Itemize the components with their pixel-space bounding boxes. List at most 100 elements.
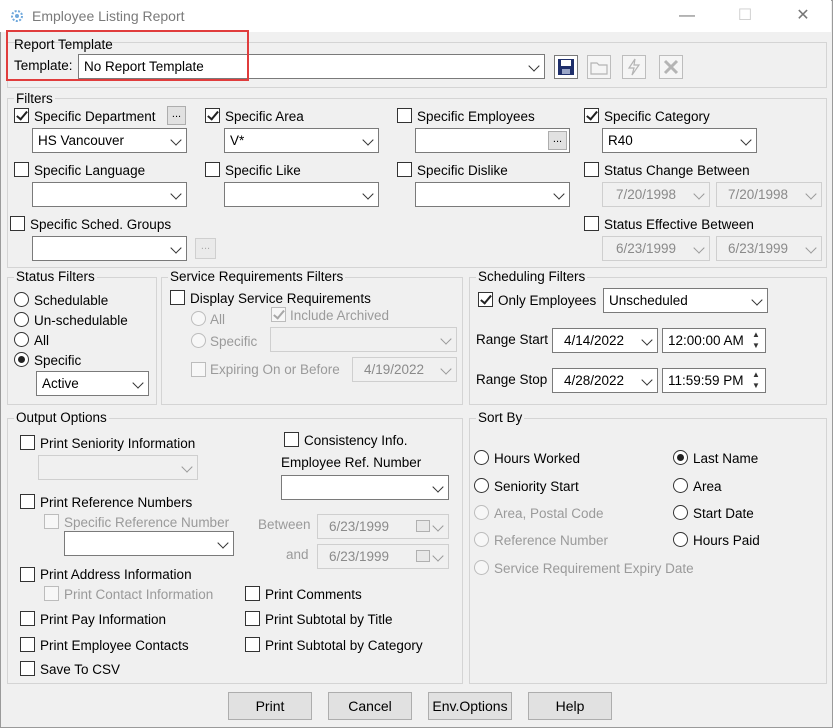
specific-area-checkbox[interactable] bbox=[205, 108, 220, 123]
specific-language-checkbox[interactable] bbox=[14, 162, 29, 177]
print-comments-label: Print Comments bbox=[265, 587, 362, 602]
only-employees-value: Unscheduled bbox=[609, 293, 688, 308]
print-reference-numbers-checkbox[interactable] bbox=[20, 494, 35, 509]
lightning-icon[interactable] bbox=[622, 55, 646, 79]
specific-like-checkbox[interactable] bbox=[205, 162, 220, 177]
cancel-button[interactable]: Cancel bbox=[328, 692, 412, 720]
only-employees-checkbox[interactable] bbox=[478, 292, 493, 307]
sort-last-name-radio[interactable] bbox=[673, 450, 688, 465]
sched-groups-combo[interactable] bbox=[32, 236, 187, 261]
employees-ellipsis-button[interactable]: ... bbox=[548, 131, 567, 150]
sort-start-date-radio[interactable] bbox=[673, 505, 688, 520]
help-button[interactable]: Help bbox=[528, 692, 612, 720]
only-employees-combo[interactable]: Unscheduled bbox=[603, 288, 768, 313]
open-folder-icon[interactable] bbox=[587, 55, 611, 79]
status-all-radio[interactable] bbox=[14, 332, 29, 347]
minimize-icon[interactable]: — bbox=[664, 4, 710, 28]
status-effective-between-label: Status Effective Between bbox=[604, 217, 754, 232]
status-effective-to-date[interactable]: 6/23/1999 bbox=[716, 236, 822, 261]
print-employee-contacts-checkbox[interactable] bbox=[20, 637, 35, 652]
chevron-down-icon bbox=[641, 374, 653, 386]
specific-reference-number-combo[interactable] bbox=[64, 531, 234, 556]
delete-template-icon[interactable] bbox=[659, 55, 683, 79]
sort-area-radio[interactable] bbox=[673, 478, 688, 493]
sort-seniority-start-radio[interactable] bbox=[474, 478, 489, 493]
chevron-down-icon bbox=[170, 134, 182, 146]
sort-hours-paid-radio[interactable] bbox=[673, 532, 688, 547]
chevron-down-icon bbox=[805, 242, 817, 254]
employee-ref-number-combo[interactable] bbox=[281, 475, 449, 500]
employee-ref-number-label: Employee Ref. Number bbox=[281, 455, 422, 470]
close-icon[interactable]: ✕ bbox=[780, 4, 826, 28]
category-combo[interactable]: R40 bbox=[602, 128, 757, 153]
chevron-down-icon bbox=[170, 188, 182, 200]
dislike-combo[interactable] bbox=[415, 182, 570, 207]
range-stop-date[interactable]: 4/28/2022 bbox=[552, 368, 658, 393]
chevron-down-icon bbox=[528, 60, 540, 72]
specific-employees-checkbox[interactable] bbox=[397, 108, 412, 123]
print-contact-checkbox[interactable] bbox=[44, 586, 59, 601]
sort-service-expiry-radio[interactable] bbox=[474, 560, 489, 575]
print-address-checkbox[interactable] bbox=[20, 567, 35, 582]
calendar-icon bbox=[416, 550, 430, 562]
print-employee-contacts-label: Print Employee Contacts bbox=[40, 638, 189, 653]
status-change-from-value: 7/20/1998 bbox=[616, 187, 677, 202]
print-seniority-checkbox[interactable] bbox=[20, 435, 35, 450]
service-all-radio[interactable] bbox=[191, 311, 206, 326]
filters-label: Filters bbox=[14, 91, 55, 106]
range-start-time-spinner[interactable]: ▲ ▼ bbox=[748, 328, 764, 353]
language-combo[interactable] bbox=[32, 182, 187, 207]
chevron-down-icon bbox=[751, 294, 763, 306]
status-specific-combo[interactable]: Active bbox=[36, 371, 149, 396]
specific-category-checkbox[interactable] bbox=[584, 108, 599, 123]
employees-field[interactable] bbox=[415, 128, 570, 153]
title-bar: Employee Listing Report — ☐ ✕ bbox=[0, 0, 831, 32]
specific-dislike-checkbox[interactable] bbox=[397, 162, 412, 177]
sort-hours-worked-radio[interactable] bbox=[474, 450, 489, 465]
specific-sched-groups-label: Specific Sched. Groups bbox=[30, 217, 172, 232]
print-comments-checkbox[interactable] bbox=[245, 586, 260, 601]
print-address-label: Print Address Information bbox=[40, 567, 192, 582]
include-archived-checkbox[interactable] bbox=[271, 307, 286, 322]
status-change-to-date[interactable]: 7/20/1998 bbox=[716, 182, 822, 207]
expiring-date[interactable]: 4/19/2022 bbox=[352, 357, 457, 382]
save-to-csv-checkbox[interactable] bbox=[20, 661, 35, 676]
status-unschedulable-radio[interactable] bbox=[14, 312, 29, 327]
print-subtotal-title-checkbox[interactable] bbox=[245, 611, 260, 626]
status-change-from-date[interactable]: 7/20/1998 bbox=[602, 182, 710, 207]
like-combo[interactable] bbox=[224, 182, 379, 207]
range-start-date[interactable]: 4/14/2022 bbox=[552, 328, 658, 353]
maximize-icon[interactable]: ☐ bbox=[722, 4, 768, 28]
range-stop-time-spinner[interactable]: ▲ ▼ bbox=[748, 368, 764, 393]
status-specific-radio[interactable] bbox=[14, 352, 29, 367]
status-change-between-checkbox[interactable] bbox=[584, 162, 599, 177]
seniority-combo[interactable] bbox=[38, 455, 198, 480]
status-effective-from-date[interactable]: 6/23/1999 bbox=[602, 236, 710, 261]
status-change-to-value: 7/20/1998 bbox=[728, 187, 789, 202]
print-subtotal-category-checkbox[interactable] bbox=[245, 637, 260, 652]
sort-area-postal-radio[interactable] bbox=[474, 505, 489, 520]
status-schedulable-radio[interactable] bbox=[14, 292, 29, 307]
department-combo[interactable]: HS Vancouver bbox=[32, 128, 187, 153]
expiring-on-before-checkbox[interactable] bbox=[191, 362, 206, 377]
service-specific-radio[interactable] bbox=[191, 333, 206, 348]
print-pay-checkbox[interactable] bbox=[20, 611, 35, 626]
save-template-icon[interactable] bbox=[554, 55, 578, 79]
env-options-button[interactable]: Env.Options bbox=[428, 692, 512, 720]
specific-sched-groups-checkbox[interactable] bbox=[10, 216, 25, 231]
specific-department-checkbox[interactable] bbox=[14, 108, 29, 123]
status-effective-between-checkbox[interactable] bbox=[584, 216, 599, 231]
sched-groups-ellipsis-button[interactable]: ... bbox=[195, 238, 216, 259]
area-combo[interactable]: V* bbox=[224, 128, 379, 153]
specific-reference-number-checkbox[interactable] bbox=[44, 514, 59, 529]
print-button[interactable]: Print bbox=[228, 692, 312, 720]
sort-reference-number-radio[interactable] bbox=[474, 532, 489, 547]
display-service-requirements-checkbox[interactable] bbox=[170, 290, 185, 305]
between-date[interactable]: 6/23/1999 bbox=[317, 514, 449, 539]
department-ellipsis-button[interactable]: ... bbox=[167, 106, 186, 125]
consistency-info-checkbox[interactable] bbox=[284, 432, 299, 447]
chevron-down-icon bbox=[641, 334, 653, 346]
and-date[interactable]: 6/23/1999 bbox=[317, 544, 449, 569]
service-specific-combo[interactable] bbox=[270, 327, 457, 352]
range-start-label: Range Start bbox=[476, 332, 549, 347]
